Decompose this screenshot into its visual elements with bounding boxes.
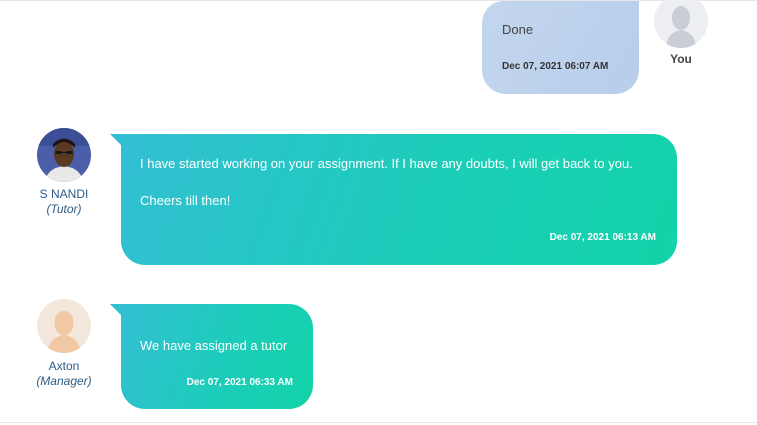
message-text: Done [502,22,534,37]
user-avatar [654,0,708,48]
sender-role-tutor: (Tutor) [46,202,82,216]
message-text-line2: Cheers till then! [140,193,231,208]
sender-role-manager: (Manager) [36,374,92,388]
message-timestamp: Dec 07, 2021 06:33 AM [186,377,293,388]
incoming-message-bubble: I have started working on your assignmen… [121,134,677,265]
bottom-divider [0,422,757,423]
manager-avatar-icon [37,299,91,353]
message-text: I have started working on your assignmen… [140,156,633,171]
sender-name-tutor: S NANDI [39,187,89,201]
message-timestamp: Dec 07, 2021 06:13 AM [549,232,656,243]
sender-name-you: You [670,52,692,66]
default-user-icon [654,0,708,48]
sender-name-manager: Axton [48,359,80,373]
outgoing-message-bubble: Done Dec 07, 2021 06:07 AM [482,1,639,94]
incoming-message-bubble: We have assigned a tutor Dec 07, 2021 06… [121,304,313,409]
top-divider [0,0,757,1]
tutor-avatar [37,128,91,182]
message-text: We have assigned a tutor [140,338,288,353]
message-timestamp: Dec 07, 2021 06:07 AM [502,61,609,72]
manager-avatar [37,299,91,353]
tutor-photo-icon [37,128,91,182]
